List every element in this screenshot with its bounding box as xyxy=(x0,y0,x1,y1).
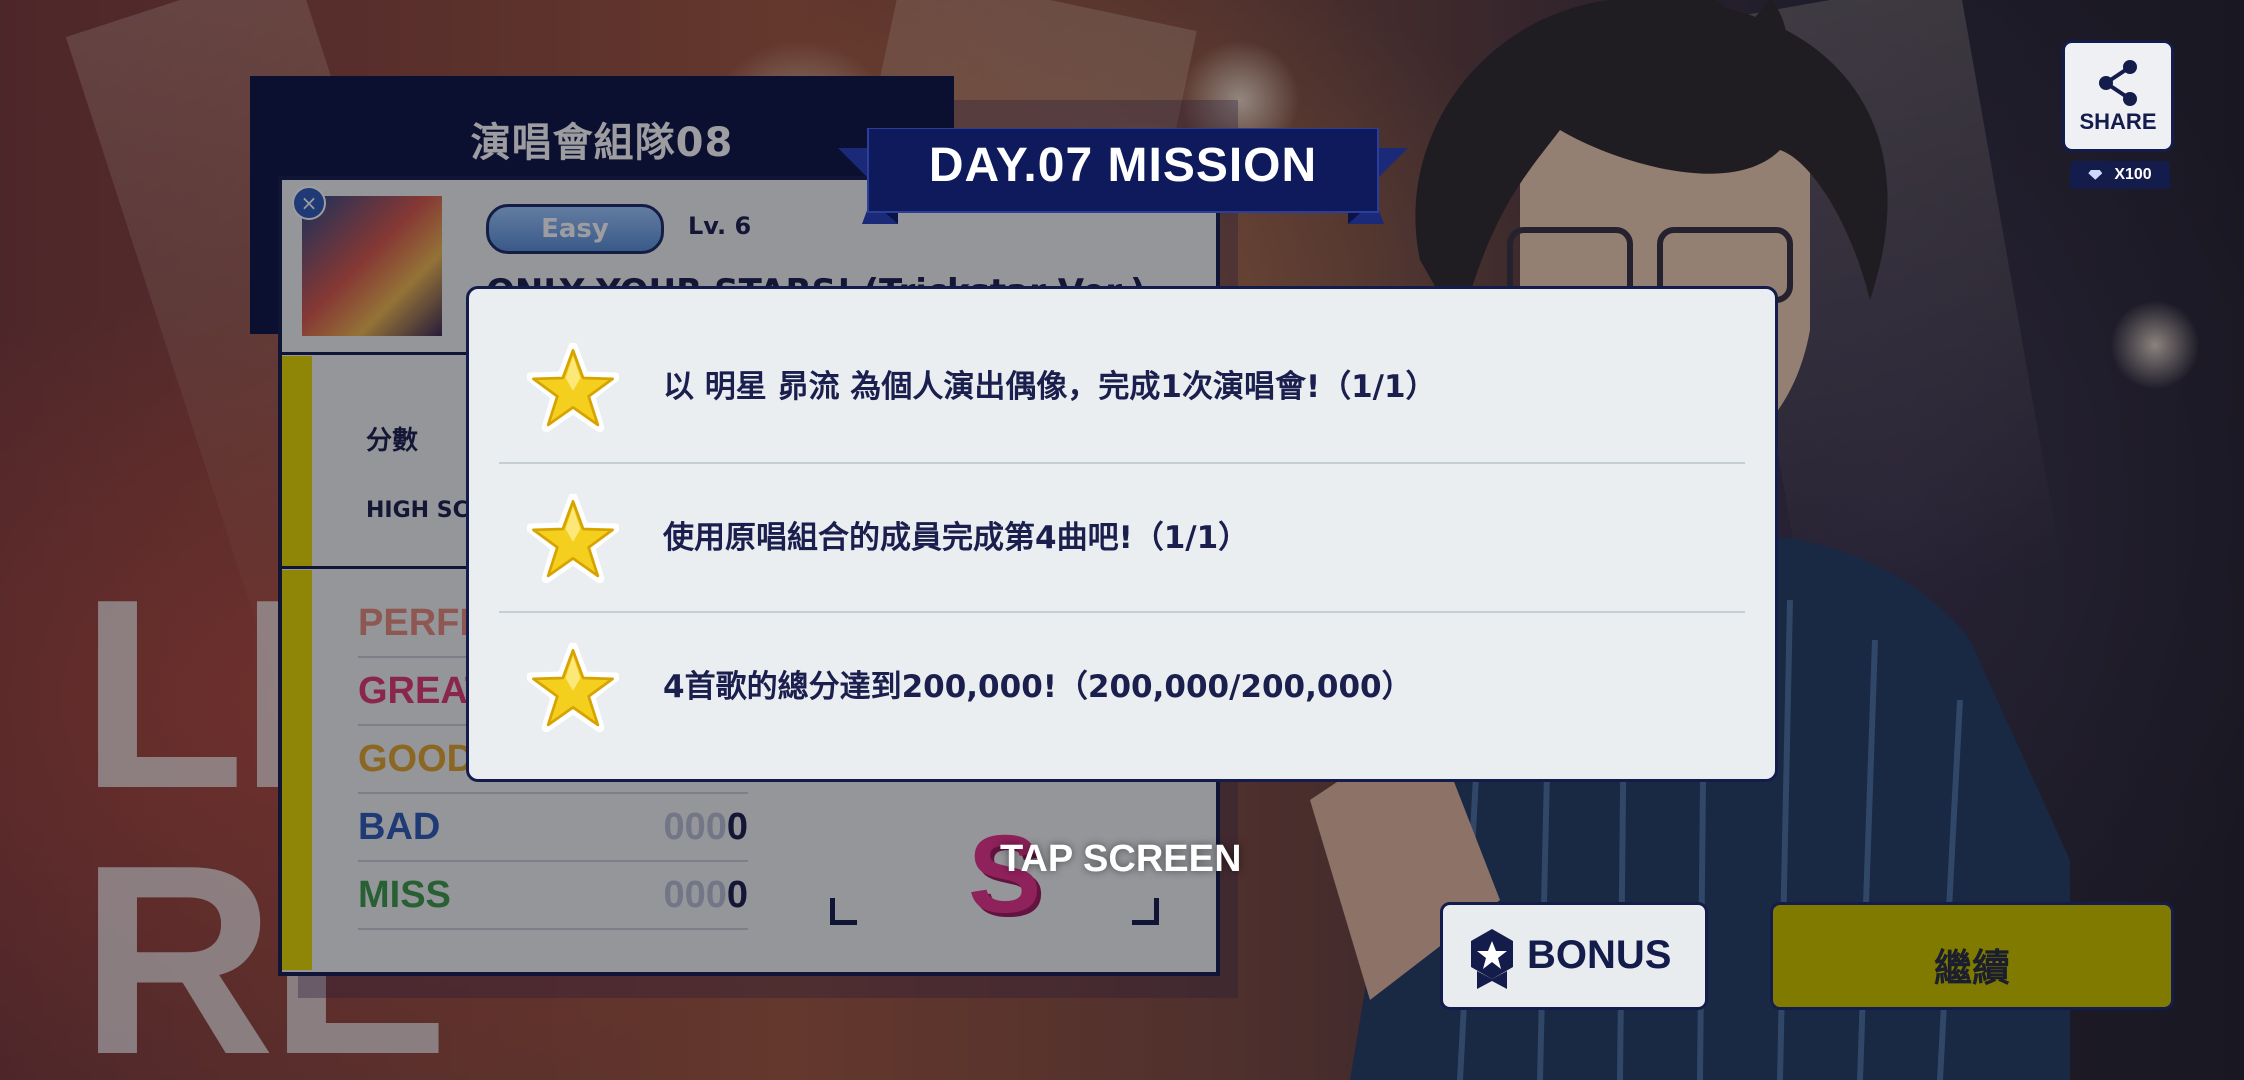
star-icon xyxy=(527,343,619,433)
share-reward-amount: X100 xyxy=(2114,166,2152,183)
share-icon xyxy=(2099,60,2137,106)
mission-text: 使用原唱組合的成員完成第4曲吧!（1/1） xyxy=(663,520,1250,556)
mission-title: DAY.07 MISSION xyxy=(928,139,1318,192)
share-label: SHARE xyxy=(2079,109,2157,134)
mission-panel: 以 明星 昴流 為個人演出偶像，完成1次演唱會!（1/1） 使用原唱組合的成員完… xyxy=(466,286,1778,782)
mission-text: 以 明星 昴流 為個人演出偶像，完成1次演唱會!（1/1） xyxy=(663,369,1437,405)
share-reward-badge: X100 xyxy=(2070,161,2170,189)
mission-item: 以 明星 昴流 為個人演出偶像，完成1次演唱會!（1/1） xyxy=(499,313,1745,461)
diamond-icon xyxy=(2088,169,2103,180)
bonus-label: BONUS xyxy=(1527,933,1672,977)
continue-label: 繼續 xyxy=(1933,946,2010,990)
share-button[interactable]: SHARE xyxy=(2062,40,2174,152)
bonus-badge-icon xyxy=(1471,929,1513,989)
star-icon xyxy=(527,494,619,584)
mission-item: 使用原唱組合的成員完成第4曲吧!（1/1） xyxy=(499,462,1745,612)
mission-text: 4首歌的總分達到200,000!（200,000/200,000） xyxy=(663,669,1413,705)
mission-item: 4首歌的總分達到200,000!（200,000/200,000） xyxy=(499,611,1745,761)
star-icon xyxy=(527,643,619,733)
tap-screen-prompt[interactable]: TAP SCREEN xyxy=(1000,838,1241,881)
mission-title-banner: DAY.07 MISSION xyxy=(838,128,1408,228)
bonus-button[interactable]: BONUS xyxy=(1440,902,1708,1010)
continue-button[interactable]: 繼續 xyxy=(1770,902,2174,1010)
